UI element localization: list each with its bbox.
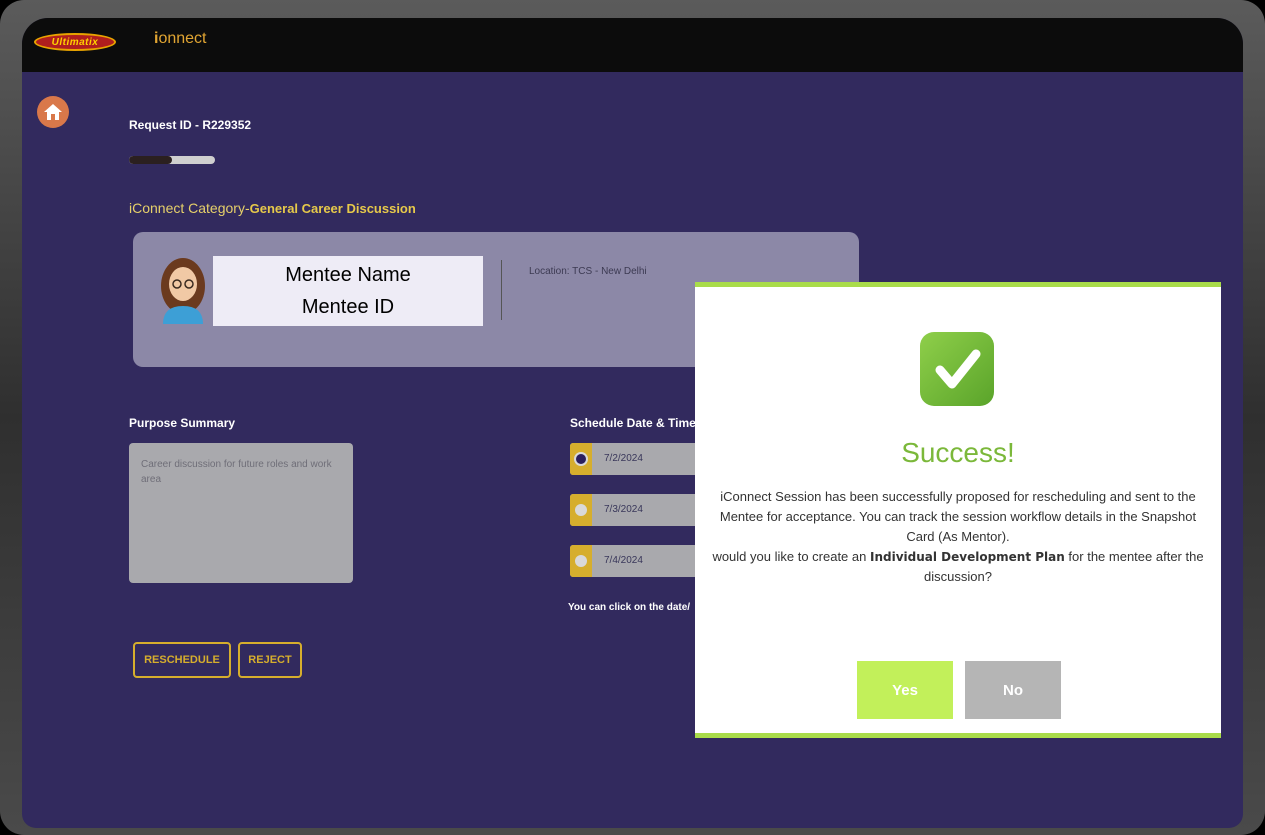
schedule-option-3[interactable]: 7/4/2024 — [570, 545, 710, 577]
iconnect-category: iConnect Category-General Career Discuss… — [129, 200, 416, 216]
radio-icon[interactable] — [575, 555, 587, 567]
radio-selected-icon[interactable] — [576, 454, 586, 464]
reschedule-button[interactable]: RESCHEDULE — [133, 642, 231, 678]
schedule-option-1[interactable]: 7/2/2024 — [570, 443, 710, 475]
radio-wrap — [570, 494, 592, 526]
request-progress-bar — [129, 156, 215, 164]
success-message: iConnect Session has been successfully p… — [711, 487, 1205, 587]
card-divider — [501, 260, 502, 320]
schedule-hint: You can click on the date/ — [568, 602, 691, 613]
radio-wrap — [570, 545, 592, 577]
top-bar: Ultimatix ionnect — [22, 18, 1243, 72]
schedule-option-2[interactable]: 7/3/2024 — [570, 494, 710, 526]
mentee-id: Mentee ID — [301, 296, 395, 318]
schedule-date: 7/2/2024 — [604, 453, 643, 464]
radio-icon[interactable] — [575, 504, 587, 516]
mentee-name: Mentee Name — [285, 264, 411, 286]
ultimatix-logo[interactable]: Ultimatix — [34, 33, 116, 51]
yes-button[interactable]: Yes — [857, 661, 953, 719]
success-title: Success! — [901, 437, 1015, 468]
device-frame: Ultimatix ionnect Request ID - R229352 i… — [0, 0, 1265, 835]
schedule-date: 7/4/2024 — [604, 555, 643, 566]
radio-wrap — [570, 443, 592, 475]
home-button[interactable] — [37, 96, 69, 128]
message-bold: Individual Development Plan — [869, 550, 1065, 564]
purpose-summary-label: Purpose Summary — [129, 416, 236, 430]
message-part-2: would you like to create an — [712, 549, 870, 564]
schedule-label: Schedule Date & Time — [570, 416, 696, 430]
mentee-avatar-icon — [161, 258, 205, 324]
request-id: Request ID - R229352 — [129, 118, 252, 132]
mentee-info-box: Mentee Name Mentee ID — [213, 256, 483, 326]
category-prefix: iConnect Category- — [129, 200, 250, 216]
schedule-date: 7/3/2024 — [604, 504, 643, 515]
success-dialog: Success! iConnect Session has been succe… — [695, 282, 1221, 738]
check-mark-icon — [935, 349, 981, 389]
iconnect-logo: ionnect — [154, 30, 207, 48]
mentee-location: Location: TCS - New Delhi — [529, 266, 647, 277]
progress-fill — [129, 156, 172, 164]
success-check-icon — [920, 332, 994, 406]
home-icon — [44, 104, 62, 120]
app-screen: Ultimatix ionnect Request ID - R229352 i… — [22, 18, 1243, 828]
no-button[interactable]: No — [965, 661, 1061, 719]
reject-button[interactable]: REJECT — [238, 642, 302, 678]
message-part-1: iConnect Session has been successfully p… — [719, 489, 1197, 544]
purpose-summary-text: Career discussion for future roles and w… — [129, 443, 353, 583]
iconnect-logo-suffix: onnect — [158, 30, 207, 47]
category-value: General Career Discussion — [249, 201, 416, 216]
